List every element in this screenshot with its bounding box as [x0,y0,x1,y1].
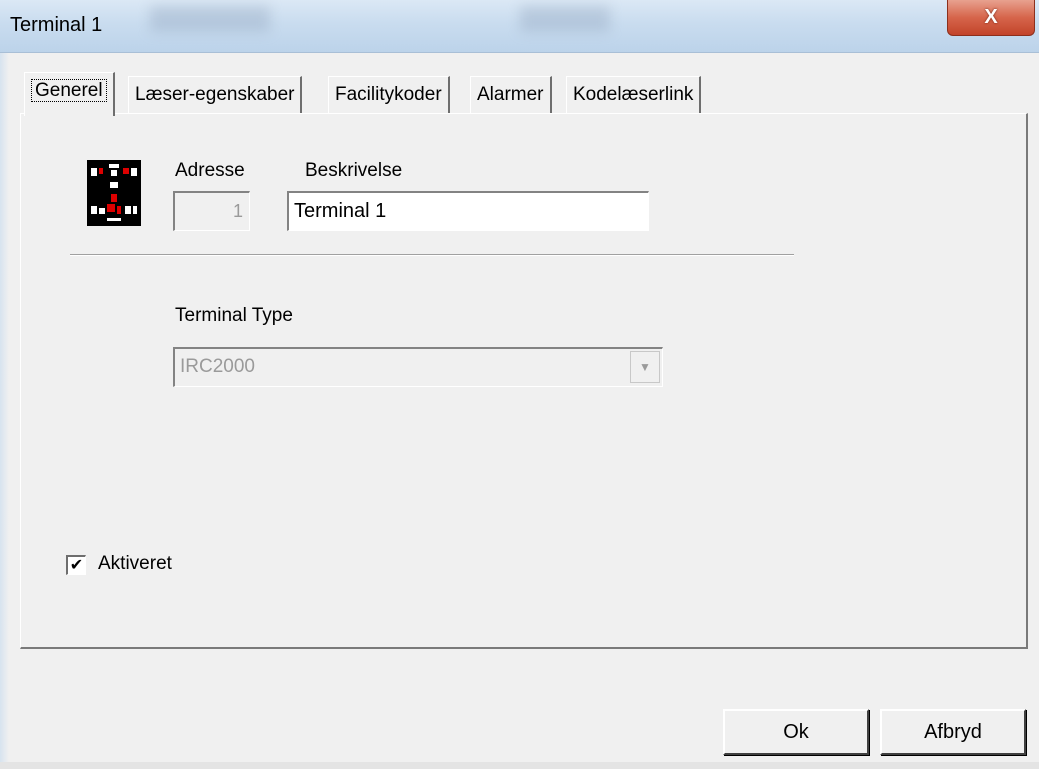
tab-label: Alarmer [477,84,544,105]
title-bar[interactable]: Terminal 1 X [0,0,1039,53]
ok-button-label: Ok [783,720,809,743]
tab-label: Læser-egenskaber [135,84,295,105]
tab-laeser-egenskaber[interactable]: Læser-egenskaber [128,76,303,114]
close-button[interactable]: X [947,0,1035,36]
section-divider [70,254,794,256]
description-label: Beskrivelse [305,160,403,181]
tab-kodelaeserlink[interactable]: Kodelæserlink [566,76,702,114]
address-label: Adresse [175,160,245,181]
window-left-edge [0,52,9,769]
tab-facilitykoder[interactable]: Facilitykoder [328,76,450,114]
window-title: Terminal 1 [10,14,103,36]
ok-button[interactable]: Ok [723,709,869,755]
dropdown-button: ▼ [630,351,660,383]
cancel-button[interactable]: Afbryd [880,709,1026,755]
close-icon: X [984,6,998,28]
terminal-type-label: Terminal Type [175,305,293,326]
dialog-window: Terminal 1 X Generel Læser-egenskaber Fa… [0,0,1039,769]
enabled-checkbox[interactable]: ✔ [66,555,86,575]
terminal-type-value: IRC2000 [180,356,255,377]
chevron-down-icon: ▼ [639,360,651,374]
terminal-device-icon [87,160,141,226]
tab-alarmer[interactable]: Alarmer [470,76,552,114]
title-bar-blur [520,6,610,32]
description-field[interactable]: Terminal 1 [287,191,649,231]
tab-label: Generel [31,79,107,102]
tab-label: Kodelæserlink [573,84,694,105]
cancel-button-label: Afbryd [924,720,982,743]
enabled-label[interactable]: Aktiveret [98,553,172,575]
tab-label: Facilitykoder [335,84,442,105]
window-bottom-edge [0,762,1039,769]
tab-generel[interactable]: Generel [24,72,115,116]
title-bar-blur [150,6,270,32]
terminal-type-select: IRC2000 ▼ [173,347,663,387]
address-field: 1 [173,191,250,231]
check-icon: ✔ [69,556,84,574]
